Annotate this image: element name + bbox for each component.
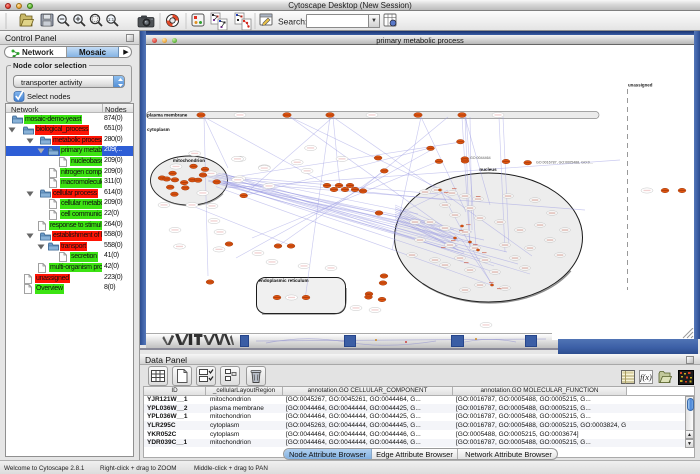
svg-text:GO:0044464: GO:0044464: [470, 156, 491, 160]
svg-text:plasma membrane: plasma membrane: [147, 113, 188, 118]
svg-text:f(x): f(x): [640, 372, 652, 382]
svg-text:endoplasmic reticulum: endoplasmic reticulum: [259, 278, 309, 283]
svg-text:GO:0016787, GO:0005488, GO:0..: GO:0016787, GO:0005488, GO:0...: [536, 161, 593, 165]
svg-text:unassigned: unassigned: [628, 83, 653, 88]
svg-text:cytoplasm: cytoplasm: [147, 127, 170, 132]
svg-text:1:1: 1:1: [108, 17, 115, 22]
svg-text:nucleus: nucleus: [479, 167, 497, 172]
svg-text:Search:: Search:: [278, 17, 307, 27]
svg-text:mitochondrion: mitochondrion: [173, 158, 205, 163]
